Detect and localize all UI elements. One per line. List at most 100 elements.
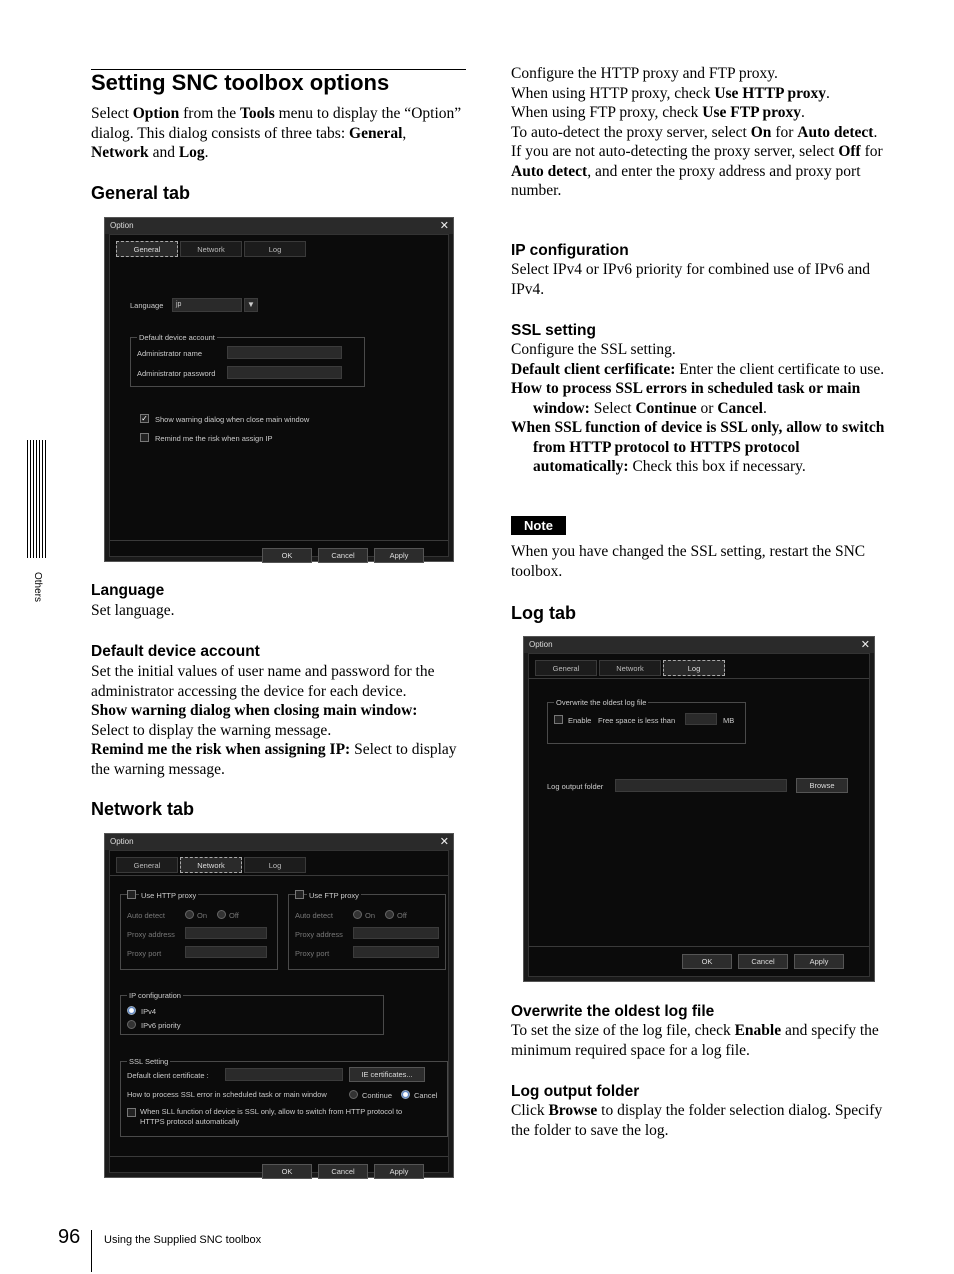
account-group: Default device account Administrator nam…: [130, 333, 365, 387]
cancel-radio[interactable]: [401, 1090, 410, 1099]
general-tab-heading: General tab: [91, 183, 191, 203]
tab-log[interactable]: Log: [663, 660, 725, 676]
folder-heading: Log output folder: [511, 1083, 640, 1100]
chevron-down-icon[interactable]: ▼: [244, 298, 258, 312]
remind-item: Remind me the risk when assigning IP: Se…: [91, 741, 457, 778]
remind-checkbox[interactable]: [140, 433, 149, 442]
admin-password-label: Administrator password: [137, 369, 216, 378]
ftp-proxy-group: Use FTP proxy Auto detect On Off Proxy a…: [288, 890, 446, 970]
tab-general[interactable]: General: [116, 857, 178, 873]
output-folder-field[interactable]: [615, 779, 787, 792]
section-index-tab: [27, 440, 47, 558]
ssl-only-item: When SSL function of device is SSL only,…: [511, 419, 885, 475]
tab-general[interactable]: General: [535, 660, 597, 676]
ssl-only-label-1: When SLL function of device is SSL only,…: [140, 1107, 403, 1116]
ssl-heading: SSL setting: [511, 322, 596, 339]
side-section-label: Others: [32, 572, 43, 603]
page-title: Setting SNC toolbox options: [91, 70, 390, 95]
enable-checkbox[interactable]: [554, 715, 563, 724]
ip-config-heading: IP configuration: [511, 242, 629, 259]
ok-button[interactable]: OK: [262, 1164, 312, 1179]
overwrite-heading: Overwrite the oldest log file: [511, 1003, 715, 1020]
ipv4-radio[interactable]: [127, 1006, 136, 1015]
tab-network[interactable]: Network: [180, 857, 242, 873]
apply-button[interactable]: Apply: [374, 1164, 424, 1179]
use-ftp-checkbox[interactable]: [295, 890, 304, 899]
ip-config-text: Select IPv4 or IPv6 priority for combine…: [511, 261, 871, 298]
ssl-text-block: Configure the SSL setting. Default clien…: [511, 341, 885, 475]
ftp-proxy-port-field[interactable]: [353, 946, 439, 958]
network-dialog-screenshot: Option ✕ General Network Log Use HTTP pr…: [104, 833, 454, 1179]
divider: [529, 946, 869, 947]
warn-item: Show warning dialog when closing main wi…: [91, 702, 418, 739]
ftp-proxy-address-field[interactable]: [353, 927, 439, 939]
cancel-button[interactable]: Cancel: [738, 954, 788, 969]
ftp-auto-off-radio[interactable]: [385, 910, 394, 919]
close-icon[interactable]: ✕: [440, 218, 449, 234]
cancel-button[interactable]: Cancel: [318, 548, 368, 563]
account-text: Set the initial values of user name and …: [91, 663, 435, 700]
cancel-button[interactable]: Cancel: [318, 1164, 368, 1179]
general-dialog-screenshot: Option ✕ General Network Log Language jp…: [104, 217, 454, 563]
page-number: 96: [58, 1226, 81, 1248]
apply-button[interactable]: Apply: [374, 548, 424, 563]
proxy-port-label: Proxy port: [127, 949, 162, 958]
tab-network[interactable]: Network: [180, 241, 242, 257]
ipv6-label: IPv6 priority: [141, 1021, 181, 1030]
tab-network[interactable]: Network: [599, 660, 661, 676]
overwrite-text: To set the size of the log file, check E…: [511, 1022, 879, 1059]
ipv4-label: IPv4: [141, 1007, 157, 1016]
http-proxy-group: Use HTTP proxy Auto detect On Off Proxy …: [120, 890, 278, 970]
free-space-field[interactable]: [685, 713, 717, 725]
use-http-checkbox[interactable]: [127, 890, 136, 899]
http-proxy-port-field[interactable]: [185, 946, 267, 958]
ie-certificates-button[interactable]: IE certificates...: [349, 1067, 425, 1082]
ssl-error-item: How to process SSL errors in scheduled t…: [511, 380, 861, 417]
auto-detect-label: Auto detect: [127, 911, 165, 920]
ok-button[interactable]: OK: [682, 954, 732, 969]
divider: [110, 1156, 448, 1157]
language-label: Language: [130, 301, 164, 310]
browse-button[interactable]: Browse: [796, 778, 848, 793]
ssl-only-label-2: HTTPS protocol automatically: [140, 1117, 240, 1126]
overwrite-group: Overwrite the oldest log file Enable Fre…: [547, 698, 746, 744]
ssl-only-checkbox[interactable]: [127, 1108, 136, 1117]
dialog-title: Option: [524, 637, 874, 653]
ssl-cert-item: Default client cerfificate: Enter the cl…: [511, 360, 885, 378]
language-select[interactable]: jp: [172, 298, 242, 312]
client-cert-field[interactable]: [225, 1068, 343, 1081]
output-folder-label: Log output folder: [547, 782, 604, 791]
divider: [110, 540, 448, 541]
tab-general[interactable]: General: [116, 241, 178, 257]
language-text: Set language.: [91, 602, 175, 619]
http-proxy-address-field[interactable]: [185, 927, 267, 939]
network-tab-heading: Network tab: [91, 799, 195, 819]
use-ftp-label: Use FTP proxy: [307, 891, 361, 900]
account-heading: Default device account: [91, 643, 260, 660]
close-icon[interactable]: ✕: [440, 834, 449, 850]
tab-log[interactable]: Log: [244, 857, 306, 873]
ipv6-radio[interactable]: [127, 1020, 136, 1029]
client-cert-label: Default client certificate :: [127, 1071, 209, 1080]
ssl-error-label: How to process SSL error in scheduled ta…: [127, 1090, 327, 1099]
admin-name-field[interactable]: [227, 346, 342, 359]
footer-text: Using the Supplied SNC toolbox: [104, 1234, 262, 1246]
use-http-label: Use HTTP proxy: [139, 891, 199, 900]
ok-button[interactable]: OK: [262, 548, 312, 563]
show-warning-label: Show warning dialog when close main wind…: [155, 415, 310, 424]
continue-radio[interactable]: [349, 1090, 358, 1099]
show-warning-checkbox[interactable]: ✓: [140, 414, 149, 423]
apply-button[interactable]: Apply: [794, 954, 844, 969]
intro-paragraph: Select Option from the Tools menu to dis…: [91, 105, 462, 161]
network-text-block: Configure the HTTP proxy and FTP proxy. …: [511, 65, 883, 199]
folder-text: Click Browse to display the folder selec…: [511, 1102, 883, 1139]
auto-on-radio[interactable]: [185, 910, 194, 919]
auto-off-radio[interactable]: [217, 910, 226, 919]
proxy-address-label: Proxy address: [127, 930, 175, 939]
tab-log[interactable]: Log: [244, 241, 306, 257]
admin-password-field[interactable]: [227, 366, 342, 379]
note-badge: Note: [511, 516, 566, 535]
log-tab-heading: Log tab: [511, 603, 576, 623]
close-icon[interactable]: ✕: [861, 637, 870, 653]
ftp-auto-on-radio[interactable]: [353, 910, 362, 919]
